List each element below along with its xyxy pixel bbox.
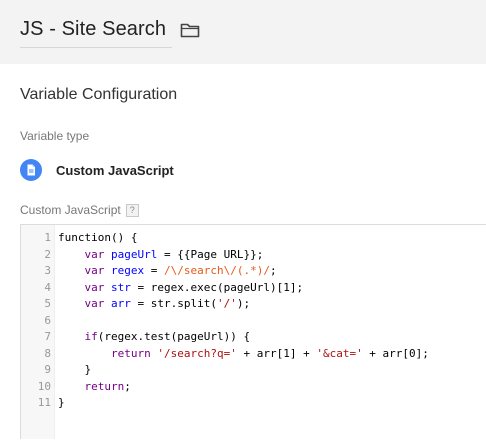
code-token: return (84, 379, 125, 393)
custom-js-label: Custom JavaScript (20, 203, 121, 217)
code-token: '/search?q=' (157, 346, 237, 360)
line-number: 6 (44, 313, 51, 327)
code-line[interactable]: 5 var arr = str.split('/'); (21, 296, 486, 312)
code-editor[interactable]: 1 function() { 2 var pageUrl = {{Page URL}… (20, 224, 486, 439)
code-token: '&cat=' (316, 346, 363, 360)
code-text: return; (51, 379, 131, 395)
code-token: + arr[0]; (362, 346, 429, 360)
page-header: JS - Site Search (0, 0, 486, 64)
code-line[interactable]: 8 return '/search?q=' + arr[1] + '&cat='… (21, 346, 486, 362)
variable-editor-page: JS - Site Search Variable Configuration … (0, 0, 486, 444)
code-token: = str.split( (130, 297, 217, 310)
code-token: ); (236, 297, 251, 310)
code-line[interactable]: 11} (21, 395, 486, 411)
code-token: = regex.exec(pageUrl)[1]; (130, 280, 304, 294)
code-token: str (111, 280, 131, 294)
code-line[interactable]: 2 var pageUrl = {{Page URL}}; (21, 247, 486, 263)
code-token: arr (111, 297, 131, 310)
line-number: 5 (44, 297, 51, 310)
code-token: (regex.test(pageUrl)) { (97, 330, 251, 343)
line-number: 9 (44, 363, 51, 376)
code-text: var arr = str.split('/'); (51, 296, 251, 312)
line-number: 3 (44, 264, 51, 277)
code-text: var str = regex.exec(pageUrl)[1]; (51, 280, 304, 296)
code-text: if(regex.test(pageUrl)) { (51, 329, 251, 345)
code-line[interactable]: 4 var str = regex.exec(pageUrl)[1]; (21, 280, 486, 296)
code-line[interactable]: 3 var regex = /\/search\/(.*)/; (21, 263, 486, 279)
variable-name-title[interactable]: JS - Site Search (20, 18, 166, 41)
section-title: Variable Configuration (20, 86, 178, 103)
code-token: pageUrl (111, 247, 158, 261)
variable-type-label: Variable type (20, 129, 90, 143)
code-token: } (58, 363, 92, 376)
code-token: regex (111, 264, 145, 277)
line-number: 2 (44, 247, 51, 261)
code-text: return '/search?q=' + arr[1] + '&cat=' +… (51, 346, 429, 362)
code-token: function() { (58, 231, 138, 244)
variable-type-name: Custom JavaScript (56, 162, 174, 178)
code-token: if (84, 330, 98, 343)
variable-type-selector[interactable]: Custom JavaScript (20, 159, 174, 181)
folder-icon[interactable] (180, 22, 200, 38)
variable-configuration-card: Variable Configuration Variable type Cus… (0, 64, 486, 444)
line-number: 7 (44, 330, 51, 343)
code-token: '/' (216, 297, 237, 310)
code-line[interactable]: 7 if(regex.test(pageUrl)) { (21, 329, 486, 345)
code-line[interactable]: 10 return; (21, 379, 486, 395)
code-text: } (51, 362, 91, 378)
code-token: = {{Page URL}}; (157, 247, 264, 261)
title-row: JS - Site Search (20, 18, 200, 41)
code-token: return (110, 346, 151, 360)
code-text: var pageUrl = {{Page URL}}; (51, 247, 264, 263)
code-line[interactable]: 1 function() { (21, 230, 486, 246)
code-token: var (84, 280, 105, 294)
line-number: 1 (44, 231, 51, 244)
line-number: 10 (37, 379, 51, 393)
code-line[interactable]: 6 (21, 313, 486, 329)
code-token: var (84, 297, 105, 310)
line-number: 4 (44, 280, 51, 294)
custom-js-label-row: Custom JavaScript ? (20, 203, 139, 217)
line-number: 8 (44, 346, 51, 360)
document-icon (20, 159, 42, 181)
title-underline (20, 47, 172, 48)
code-token: ; (269, 264, 277, 277)
code-token: = (144, 264, 164, 277)
code-token: ; (124, 379, 131, 393)
code-text: var regex = /\/search\/(.*)/; (51, 263, 277, 279)
code-token: } (58, 396, 65, 409)
code-token: var (84, 247, 105, 261)
code-token: + arr[1] + (236, 346, 317, 360)
code-line[interactable]: 9 } (21, 362, 486, 378)
code-token: /\/search\/(.*)/ (164, 264, 270, 277)
code-text: } (51, 395, 65, 411)
code-token: var (84, 264, 105, 277)
line-number: 11 (37, 396, 51, 409)
help-icon[interactable]: ? (125, 203, 139, 217)
code-text: function() { (51, 230, 137, 246)
